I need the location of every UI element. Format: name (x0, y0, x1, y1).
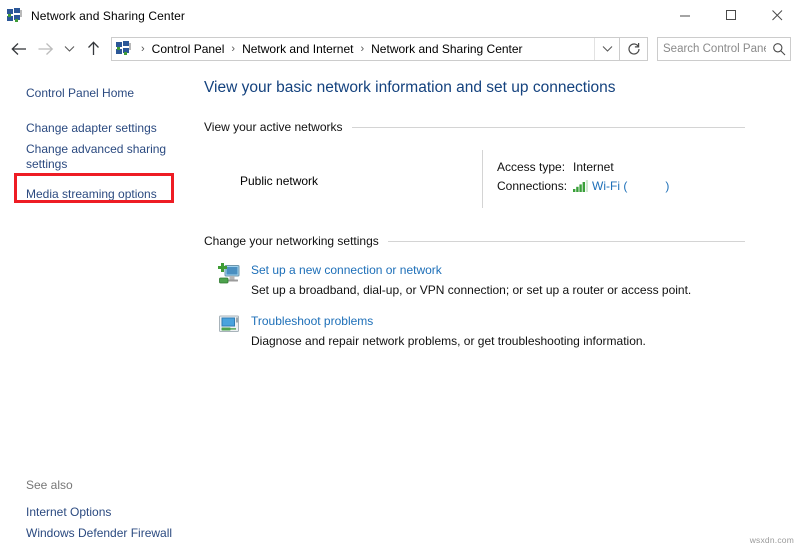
wifi-label-suffix: ) (665, 179, 669, 193)
title-bar: Network and Sharing Center (0, 0, 800, 31)
address-dropdown-button[interactable] (594, 38, 619, 60)
network-name: Public network (204, 150, 482, 212)
detail-row-connections: Connections: Wi-Fi ( ) (497, 176, 800, 195)
breadcrumb-separator: › (355, 43, 369, 55)
section-divider (352, 127, 745, 128)
minimize-button[interactable] (662, 0, 708, 31)
breadcrumb: › Control Panel › Network and Internet ›… (136, 42, 594, 56)
forward-button[interactable] (32, 36, 58, 62)
see-also-title: See also (0, 477, 196, 493)
back-button[interactable] (6, 36, 32, 62)
active-networks-section-header: View your active networks (196, 120, 800, 134)
navigation-bar: › Control Panel › Network and Internet ›… (0, 31, 800, 66)
maximize-button[interactable] (708, 0, 754, 31)
address-bar[interactable]: › Control Panel › Network and Internet ›… (111, 37, 620, 61)
wifi-signal-icon (573, 180, 588, 192)
connections-label: Connections: (497, 179, 573, 193)
breadcrumb-separator: › (226, 43, 240, 55)
setting-text-block: Troubleshoot problems Diagnose and repai… (240, 313, 646, 350)
sidebar-item-change-adapter-settings[interactable]: Change adapter settings (0, 118, 196, 139)
page-title: View your basic network information and … (196, 78, 800, 98)
search-icon[interactable] (768, 42, 790, 56)
active-network-entry: Public network Access type: Internet Con… (196, 150, 800, 212)
refresh-button[interactable] (620, 37, 648, 61)
wifi-connection-link[interactable]: Wi-Fi ( ) (573, 179, 669, 193)
link-troubleshoot-problems[interactable]: Troubleshoot problems (251, 313, 646, 330)
chevron-down-icon (64, 45, 75, 53)
see-also-item-windows-defender-firewall[interactable]: Windows Defender Firewall (0, 523, 196, 544)
breadcrumb-separator: › (136, 43, 150, 55)
network-details: Access type: Internet Connections: Wi- (483, 150, 800, 212)
troubleshoot-icon (218, 314, 240, 336)
refresh-icon (627, 42, 641, 56)
detail-row-access-type: Access type: Internet (497, 157, 800, 176)
window-title: Network and Sharing Center (31, 9, 185, 23)
watermark: wsxdn.com (750, 535, 794, 545)
new-connection-icon (218, 263, 240, 285)
search-box[interactable] (657, 37, 791, 61)
see-also-item-internet-options[interactable]: Internet Options (0, 502, 196, 523)
sidebar-item-control-panel-home[interactable]: Control Panel Home (0, 83, 196, 104)
networking-settings-section-title: Change your networking settings (204, 234, 388, 248)
breadcrumb-item-network-and-sharing-center[interactable]: Network and Sharing Center (369, 42, 524, 56)
close-button[interactable] (754, 0, 800, 31)
up-button[interactable] (80, 36, 106, 62)
active-networks-section-title: View your active networks (204, 120, 352, 134)
wifi-label: Wi-Fi ( (592, 179, 627, 193)
breadcrumb-item-network-and-internet[interactable]: Network and Internet (240, 42, 355, 56)
window-controls (662, 0, 800, 31)
sidebar-item-change-advanced-sharing-settings[interactable]: Change advanced sharing settings (0, 139, 196, 175)
recent-locations-button[interactable] (58, 36, 80, 62)
breadcrumb-item-control-panel[interactable]: Control Panel (150, 42, 227, 56)
setting-item-new-connection[interactable]: Set up a new connection or network Set u… (196, 262, 800, 299)
content-area: Control Panel Home Change adapter settin… (0, 66, 800, 549)
up-arrow-icon (87, 41, 100, 56)
setting-text-block: Set up a new connection or network Set u… (240, 262, 691, 299)
access-type-label: Access type: (497, 160, 573, 174)
description-set-up-new-connection: Set up a broadband, dial-up, or VPN conn… (251, 279, 691, 299)
main-panel: View your basic network information and … (196, 66, 800, 549)
networking-settings-section-header: Change your networking settings (196, 234, 800, 248)
chevron-down-icon (602, 45, 613, 53)
access-type-value: Internet (573, 160, 614, 174)
network-sharing-center-icon (7, 8, 23, 24)
back-arrow-icon (11, 42, 28, 56)
see-also-section: See also Internet Options Windows Defend… (0, 477, 196, 544)
section-divider (388, 241, 745, 242)
network-sharing-center-icon (116, 41, 132, 57)
forward-arrow-icon (37, 42, 54, 56)
description-troubleshoot-problems: Diagnose and repair network problems, or… (251, 330, 646, 350)
setting-item-troubleshoot[interactable]: Troubleshoot problems Diagnose and repai… (196, 313, 800, 350)
sidebar-item-media-streaming-options[interactable]: Media streaming options (0, 184, 196, 205)
search-input[interactable] (658, 42, 768, 56)
link-set-up-new-connection[interactable]: Set up a new connection or network (251, 262, 691, 279)
sidebar: Control Panel Home Change adapter settin… (0, 66, 196, 549)
